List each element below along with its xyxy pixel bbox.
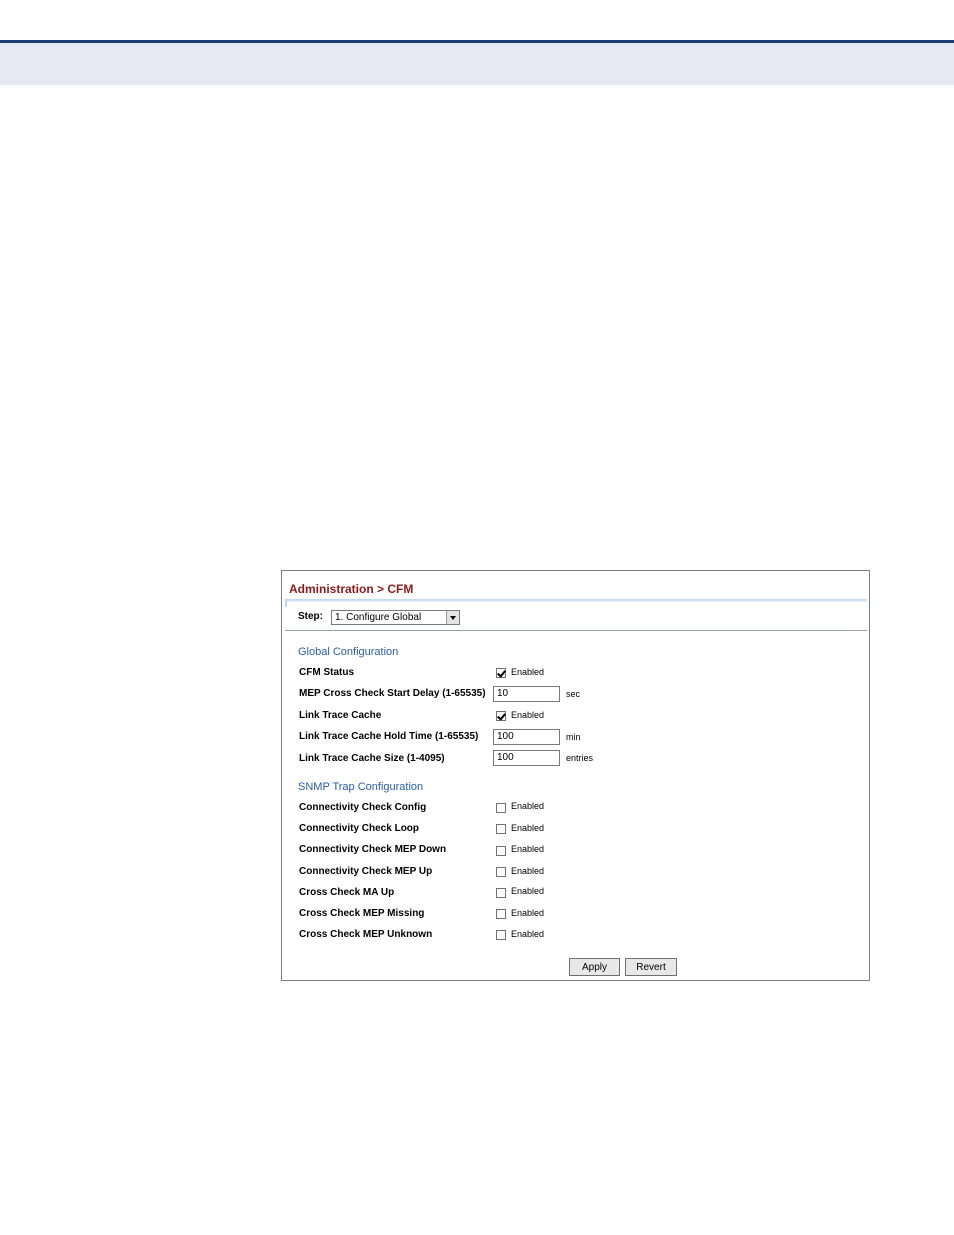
link-trace-cache-enabled-label: Enabled <box>511 710 545 720</box>
cc-mep-up-checkbox[interactable] <box>496 867 506 877</box>
revert-button[interactable]: Revert <box>625 958 677 976</box>
link-trace-hold-time-label: Link Trace Cache Hold Time (1-65535) <box>299 731 479 742</box>
chevron-down-icon[interactable] <box>446 611 459 624</box>
cc-mep-down-enabled-label: Enabled <box>511 844 545 854</box>
step-select[interactable]: 1. Configure Global <box>331 610 460 625</box>
step-divider <box>285 630 867 631</box>
cc-mep-up-label: Connectivity Check MEP Up <box>299 866 433 877</box>
cfm-config-panel: Administration > CFM Step: 1. Configure … <box>281 570 870 981</box>
cfm-status-checkbox[interactable] <box>496 668 506 678</box>
xc-mep-unknown-enabled-label: Enabled <box>511 929 545 939</box>
xc-ma-up-enabled-label: Enabled <box>511 886 545 896</box>
xc-mep-missing-checkbox[interactable] <box>496 909 506 919</box>
cc-mep-down-label: Connectivity Check MEP Down <box>299 844 447 855</box>
link-trace-hold-time-unit: min <box>566 732 581 742</box>
mep-cross-check-delay-input[interactable]: 10 <box>493 686 560 702</box>
breadcrumb: Administration > CFM <box>289 582 414 596</box>
link-trace-hold-time-input[interactable]: 100 <box>493 729 560 745</box>
xc-mep-missing-label: Cross Check MEP Missing <box>299 908 425 919</box>
link-trace-cache-size-input[interactable]: 100 <box>493 750 560 766</box>
cc-mep-down-checkbox[interactable] <box>496 846 506 856</box>
cc-config-enabled-label: Enabled <box>511 801 545 811</box>
xc-ma-up-label: Cross Check MA Up <box>299 887 395 898</box>
cc-config-checkbox[interactable] <box>496 803 506 813</box>
cfm-status-label: CFM Status <box>299 667 354 678</box>
cc-loop-checkbox[interactable] <box>496 824 506 834</box>
link-trace-cache-checkbox[interactable] <box>496 711 506 721</box>
cc-mep-up-enabled-label: Enabled <box>511 866 545 876</box>
cc-loop-enabled-label: Enabled <box>511 823 545 833</box>
step-label: Step: <box>298 611 323 622</box>
mep-cross-check-delay-unit: sec <box>566 689 581 699</box>
link-trace-cache-size-label: Link Trace Cache Size (1-4095) <box>299 753 445 764</box>
cfm-status-enabled-label: Enabled <box>511 667 545 677</box>
xc-mep-unknown-label: Cross Check MEP Unknown <box>299 929 433 940</box>
link-trace-cache-size-unit: entries <box>566 753 594 763</box>
cc-loop-label: Connectivity Check Loop <box>299 823 420 834</box>
xc-ma-up-checkbox[interactable] <box>496 888 506 898</box>
snmp-trap-config-title: SNMP Trap Configuration <box>298 781 424 793</box>
cc-config-label: Connectivity Check Config <box>299 802 427 813</box>
global-config-title: Global Configuration <box>298 646 399 658</box>
mep-cross-check-delay-label: MEP Cross Check Start Delay (1-65535) <box>299 688 486 699</box>
title-divider <box>285 599 867 602</box>
xc-mep-missing-enabled-label: Enabled <box>511 908 545 918</box>
xc-mep-unknown-checkbox[interactable] <box>496 930 506 940</box>
title-divider-edge <box>285 599 287 607</box>
apply-button[interactable]: Apply <box>569 958 620 976</box>
step-select-value: 1. Configure Global <box>335 612 422 623</box>
link-trace-cache-label: Link Trace Cache <box>299 710 382 721</box>
header-band <box>0 43 954 85</box>
